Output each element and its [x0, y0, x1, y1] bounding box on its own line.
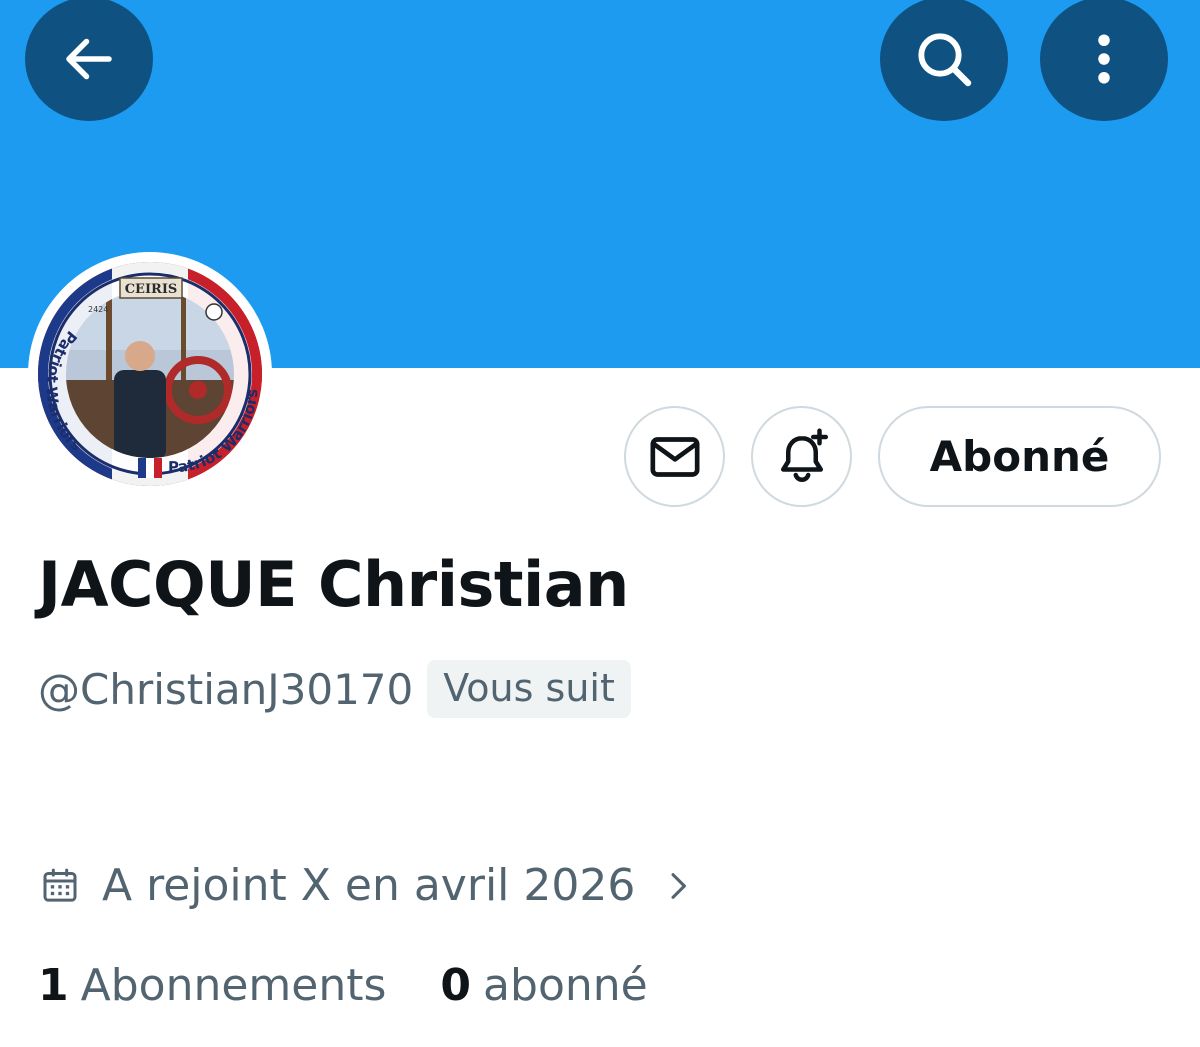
joined-date-link[interactable]: A rejoint X en avril 2026: [40, 860, 695, 911]
display-name: JACQUE Christian: [38, 548, 629, 621]
followers-count: 0: [440, 960, 472, 1011]
search-icon: [918, 33, 972, 87]
bell-plus-icon: [780, 428, 828, 482]
followers-label: abonné: [483, 960, 648, 1011]
handle-row: @ChristianJ30170 Vous suit: [38, 660, 631, 718]
following-count: 1: [38, 960, 69, 1011]
avatar[interactable]: CEIRIS 2424 Patriot Warriors Patriot War…: [28, 252, 272, 496]
avatar-badge-number: 2424: [88, 305, 108, 314]
back-button[interactable]: [25, 0, 153, 121]
following-button[interactable]: Abonné: [878, 406, 1161, 507]
more-options-button[interactable]: [1040, 0, 1168, 121]
calendar-icon: [43, 868, 77, 902]
flag-icon: [138, 458, 162, 478]
joined-date: A rejoint X en avril 2026: [102, 860, 636, 911]
follow-stats: 1 Abonnements 0 abonné: [38, 960, 648, 1011]
following-stat[interactable]: 1 Abonnements: [38, 960, 386, 1011]
avatar-image: CEIRIS 2424 Patriot Warriors Patriot War…: [38, 262, 262, 486]
avatar-badge-top: CEIRIS: [125, 282, 178, 297]
arrow-left-icon: [66, 38, 112, 80]
profile-page: CEIRIS 2424 Patriot Warriors Patriot War…: [0, 0, 1200, 1047]
follows-you-badge: Vous suit: [427, 660, 631, 718]
following-button-label: Abonné: [929, 432, 1110, 481]
following-label: Abonnements: [80, 960, 387, 1011]
chevron-right-icon: [661, 869, 695, 903]
followers-stat[interactable]: 0 abonné: [440, 960, 647, 1011]
search-button[interactable]: [880, 0, 1008, 121]
message-button[interactable]: [624, 406, 725, 507]
user-handle: @ChristianJ30170: [38, 664, 414, 714]
notify-button[interactable]: [751, 406, 852, 507]
envelope-icon: [650, 436, 699, 477]
more-vertical-icon: [1098, 34, 1110, 84]
